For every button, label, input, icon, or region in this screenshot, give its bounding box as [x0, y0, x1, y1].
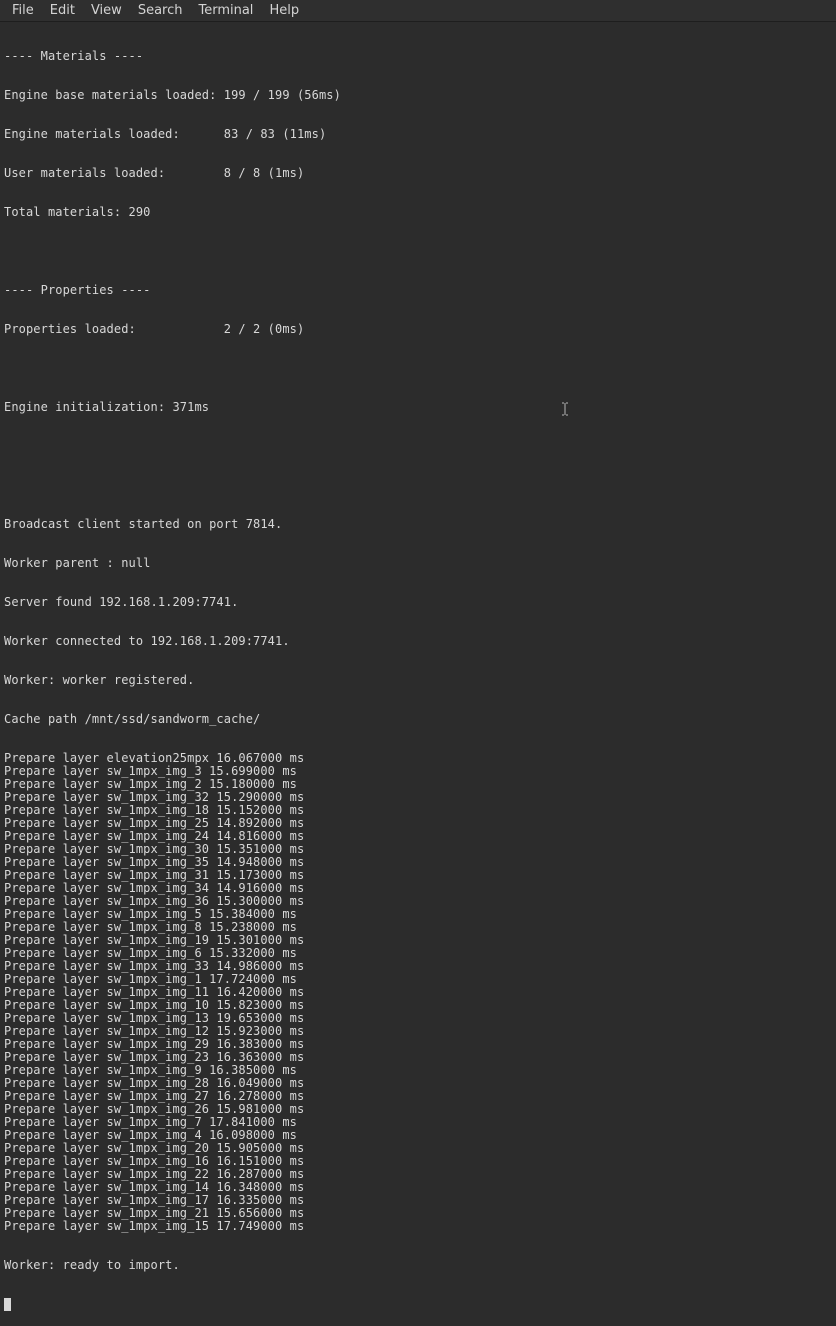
- output-line: User materials loaded: 8 / 8 (1ms): [4, 167, 832, 180]
- output-line: Worker connected to 192.168.1.209:7741.: [4, 635, 832, 648]
- menubar: File Edit View Search Terminal Help: [0, 0, 836, 22]
- menu-file[interactable]: File: [4, 1, 42, 20]
- output-line: Engine base materials loaded: 199 / 199 …: [4, 89, 832, 102]
- output-line: [4, 440, 832, 453]
- output-line: Server found 192.168.1.209:7741.: [4, 596, 832, 609]
- output-line: Prepare layer sw_1mpx_img_22 16.287000 m…: [4, 1168, 832, 1181]
- output-line: Prepare layer sw_1mpx_img_30 15.351000 m…: [4, 843, 832, 856]
- output-line: Properties loaded: 2 / 2 (0ms): [4, 323, 832, 336]
- output-line: Prepare layer sw_1mpx_img_12 15.923000 m…: [4, 1025, 832, 1038]
- output-line: Prepare layer sw_1mpx_img_36 15.300000 m…: [4, 895, 832, 908]
- menu-view[interactable]: View: [83, 1, 130, 20]
- output-line: Prepare layer sw_1mpx_img_26 15.981000 m…: [4, 1103, 832, 1116]
- output-line: Prepare layer sw_1mpx_img_27 16.278000 m…: [4, 1090, 832, 1103]
- output-line: Worker parent : null: [4, 557, 832, 570]
- output-line: Prepare layer sw_1mpx_img_19 15.301000 m…: [4, 934, 832, 947]
- output-line: Prepare layer sw_1mpx_img_10 15.823000 m…: [4, 999, 832, 1012]
- output-line: Prepare layer sw_1mpx_img_7 17.841000 ms: [4, 1116, 832, 1129]
- output-line: Broadcast client started on port 7814.: [4, 518, 832, 531]
- output-line: Prepare layer sw_1mpx_img_16 16.151000 m…: [4, 1155, 832, 1168]
- output-line: Prepare layer sw_1mpx_img_31 15.173000 m…: [4, 869, 832, 882]
- output-line: Prepare layer sw_1mpx_img_14 16.348000 m…: [4, 1181, 832, 1194]
- menu-edit[interactable]: Edit: [42, 1, 83, 20]
- terminal-cursor: [4, 1298, 11, 1311]
- output-line: [4, 245, 832, 258]
- output-line: Prepare layer sw_1mpx_img_2 15.180000 ms: [4, 778, 832, 791]
- output-line: Prepare layer sw_1mpx_img_6 15.332000 ms: [4, 947, 832, 960]
- prompt-line: [4, 1298, 832, 1311]
- menu-terminal[interactable]: Terminal: [190, 1, 261, 20]
- output-line: Prepare layer sw_1mpx_img_18 15.152000 m…: [4, 804, 832, 817]
- output-line: Prepare layer sw_1mpx_img_8 15.238000 ms: [4, 921, 832, 934]
- menu-search[interactable]: Search: [130, 1, 191, 20]
- output-line: Prepare layer sw_1mpx_img_15 17.749000 m…: [4, 1220, 832, 1233]
- output-line: Prepare layer sw_1mpx_img_17 16.335000 m…: [4, 1194, 832, 1207]
- output-line: [4, 479, 832, 492]
- output-line: Prepare layer sw_1mpx_img_4 16.098000 ms: [4, 1129, 832, 1142]
- output-line: Prepare layer sw_1mpx_img_9 16.385000 ms: [4, 1064, 832, 1077]
- output-line: [4, 362, 832, 375]
- output-line: Prepare layer sw_1mpx_img_1 17.724000 ms: [4, 973, 832, 986]
- output-line: Prepare layer sw_1mpx_img_11 16.420000 m…: [4, 986, 832, 999]
- output-line: Prepare layer sw_1mpx_img_29 16.383000 m…: [4, 1038, 832, 1051]
- output-line: Prepare layer sw_1mpx_img_3 15.699000 ms: [4, 765, 832, 778]
- output-line: ---- Properties ----: [4, 284, 832, 297]
- output-line: Prepare layer sw_1mpx_img_25 14.892000 m…: [4, 817, 832, 830]
- output-line: Prepare layer sw_1mpx_img_35 14.948000 m…: [4, 856, 832, 869]
- output-line: Prepare layer sw_1mpx_img_5 15.384000 ms: [4, 908, 832, 921]
- output-line: Prepare layer sw_1mpx_img_21 15.656000 m…: [4, 1207, 832, 1220]
- output-line: Engine materials loaded: 83 / 83 (11ms): [4, 128, 832, 141]
- output-line: Prepare layer sw_1mpx_img_28 16.049000 m…: [4, 1077, 832, 1090]
- output-line: Prepare layer sw_1mpx_img_33 14.986000 m…: [4, 960, 832, 973]
- output-line: Total materials: 290: [4, 206, 832, 219]
- output-line: Prepare layer sw_1mpx_img_20 15.905000 m…: [4, 1142, 832, 1155]
- output-line: Prepare layer sw_1mpx_img_13 19.653000 m…: [4, 1012, 832, 1025]
- output-line: Prepare layer sw_1mpx_img_34 14.916000 m…: [4, 882, 832, 895]
- output-line: Prepare layer sw_1mpx_img_24 14.816000 m…: [4, 830, 832, 843]
- output-line: Worker: worker registered.: [4, 674, 832, 687]
- output-line: Prepare layer sw_1mpx_img_23 16.363000 m…: [4, 1051, 832, 1064]
- terminal-output[interactable]: ---- Materials ---- Engine base material…: [0, 22, 836, 1326]
- output-line: Engine initialization: 371ms: [4, 401, 832, 414]
- output-line: Worker: ready to import.: [4, 1259, 832, 1272]
- output-line: ---- Materials ----: [4, 50, 832, 63]
- output-line: Cache path /mnt/ssd/sandworm_cache/: [4, 713, 832, 726]
- menu-help[interactable]: Help: [261, 1, 307, 20]
- output-line: Prepare layer sw_1mpx_img_32 15.290000 m…: [4, 791, 832, 804]
